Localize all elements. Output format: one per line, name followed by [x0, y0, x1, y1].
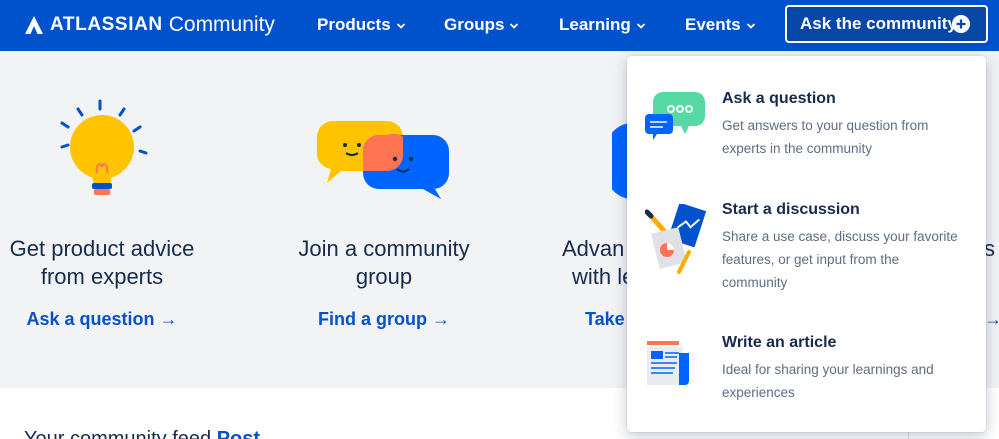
dropdown-item-title: Start a discussion	[722, 201, 860, 218]
dropdown-item-title: Write an article	[722, 334, 837, 351]
nav-learning[interactable]: Learning	[559, 14, 646, 36]
card-right-link[interactable]: →	[984, 309, 999, 330]
card-title-line: from experts	[40, 264, 164, 289]
card-title: Join a community group	[283, 235, 485, 291]
nav-learning-label: Learning	[559, 15, 631, 34]
nav-events[interactable]: Events	[685, 14, 756, 36]
card-title-line: Get product advice	[9, 236, 195, 261]
chat-bubbles-icon	[645, 92, 705, 140]
post-link[interactable]: Post	[217, 428, 260, 439]
documents-pencil-icon	[645, 204, 707, 274]
nav-events-label: Events	[685, 15, 741, 34]
card-title: Get product advice from experts	[0, 235, 204, 291]
nav-products-label: Products	[317, 15, 391, 34]
atlassian-community-logo[interactable]: ATLASSIAN Community	[24, 12, 275, 38]
card-title-line: Join a community	[298, 236, 470, 261]
dropdown-item-description: Get answers to your question from expert…	[722, 118, 929, 156]
article-icon	[647, 341, 689, 385]
brand-name: ATLASSIAN	[50, 14, 163, 35]
dropdown-item-ask-question[interactable]: Ask a question Get answers to your quest…	[627, 76, 986, 176]
ask-a-question-link[interactable]: Ask a question →	[0, 309, 204, 330]
chevron-down-icon	[636, 23, 645, 29]
nav-groups-label: Groups	[444, 15, 505, 34]
ask-the-community-button[interactable]: Ask the community	[785, 5, 988, 43]
dropdown-item-title: Ask a question	[722, 90, 836, 107]
community-feed-heading: Your community feed Post	[24, 428, 260, 439]
top-nav: ATLASSIAN Community Products Groups Lear…	[0, 0, 999, 51]
card-community-group: Join a community group Find a group →	[283, 51, 485, 388]
card-title-line: group	[355, 264, 413, 289]
ask-the-community-label: Ask the community	[800, 14, 957, 33]
card-title: s c	[984, 236, 999, 261]
chevron-down-icon	[510, 23, 519, 29]
community-feed-text: Your community feed	[24, 428, 212, 439]
nav-groups[interactable]: Groups	[444, 14, 519, 36]
dropdown-item-write-article[interactable]: Write an article Ideal for sharing your …	[627, 321, 986, 416]
speech-bubbles-icon	[317, 121, 449, 199]
lightbulb-icon	[60, 99, 148, 195]
dropdown-item-description: Ideal for sharing your learnings and exp…	[722, 362, 934, 400]
atlassian-logo-icon	[25, 16, 43, 34]
chevron-down-icon	[746, 23, 755, 29]
ask-community-dropdown: Ask a question Get answers to your quest…	[627, 56, 986, 432]
card-product-advice: Get product advice from experts Ask a qu…	[0, 51, 204, 388]
find-a-group-link[interactable]: Find a group →	[283, 309, 485, 330]
chevron-down-icon	[396, 23, 405, 29]
nav-products[interactable]: Products	[317, 14, 406, 36]
dropdown-item-description: Share a use case, discuss your favorite …	[722, 229, 958, 290]
plus-circle-icon	[952, 15, 970, 33]
dropdown-item-start-discussion[interactable]: Start a discussion Share a use case, dis…	[627, 186, 986, 301]
brand-sub: Community	[168, 13, 275, 36]
